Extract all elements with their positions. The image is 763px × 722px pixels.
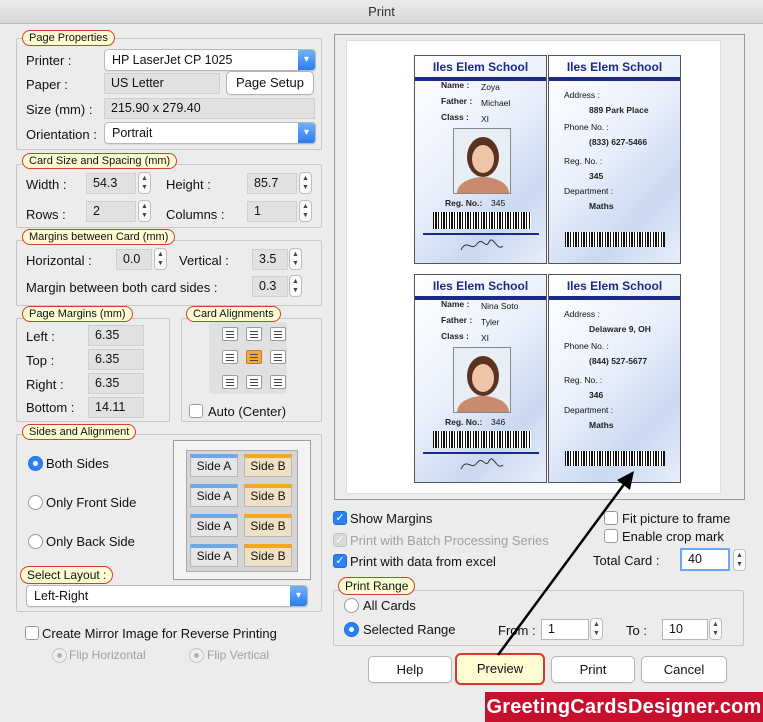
arrow-annotation — [496, 471, 634, 656]
watermark-banner: GreetingCardsDesigner.com — [485, 692, 763, 722]
